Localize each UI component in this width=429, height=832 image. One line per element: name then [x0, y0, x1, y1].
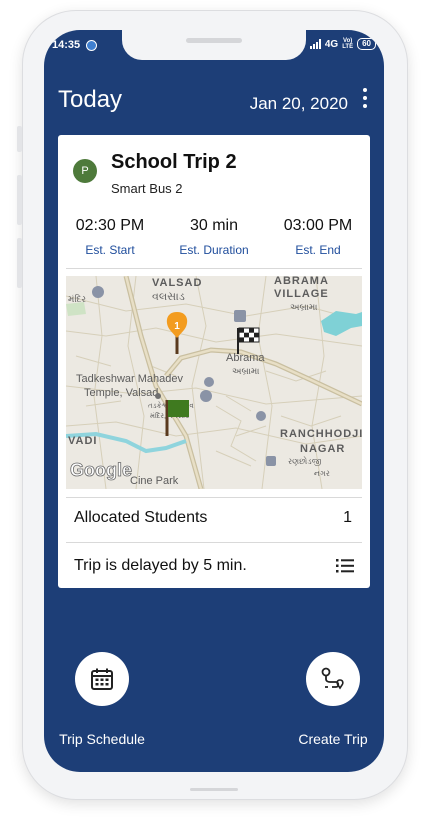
phone-volume-up-button: [17, 175, 22, 225]
est-duration: 30 min Est. Duration: [162, 217, 266, 257]
est-start-value: 02:30 PM: [75, 217, 145, 234]
app-screen: 14:35 4G Vo) LTE 60 Today Jan 20, 2020 P…: [44, 30, 384, 772]
map-canvas: VALSAD વલસાડ ABRAMA VILLAGE અબ્રામા Abra…: [66, 276, 362, 489]
allocated-students-row[interactable]: Allocated Students 1: [74, 509, 354, 527]
trip-title: School Trip 2: [111, 151, 237, 173]
phone-side-button: [17, 126, 22, 152]
stop-marker-icon: 1: [166, 312, 188, 354]
trip-schedule-button[interactable]: [75, 652, 129, 706]
map-label-ranchhodji-gu: રણછોડજી: [288, 456, 321, 466]
create-trip-button[interactable]: [306, 652, 360, 706]
create-trip-label[interactable]: Create Trip: [288, 731, 378, 747]
est-end-label: Est. End: [295, 243, 341, 257]
phone-speaker: [186, 38, 242, 43]
water-body: [321, 311, 362, 336]
volte-indicator: Vo) LTE: [342, 38, 353, 50]
delay-text: Trip is delayed by 5 min.: [74, 557, 247, 574]
phone-notch: [122, 30, 306, 60]
est-end: 03:00 PM Est. End: [266, 217, 370, 257]
stop-number: 1: [174, 321, 180, 332]
map-label-nagar: NAGAR: [300, 443, 345, 455]
map-label-valsad: VALSAD: [152, 277, 202, 289]
park-area: [66, 302, 86, 316]
calendar-icon: [91, 668, 113, 690]
trip-card[interactable]: P School Trip 2 Smart Bus 2 02:30 PM Est…: [58, 135, 370, 588]
map-label-village: VILLAGE: [274, 288, 329, 300]
map-label-vadi: VADI: [68, 435, 97, 447]
est-duration-value: 30 min: [189, 217, 239, 234]
route-map[interactable]: VALSAD વલસાડ ABRAMA VILLAGE અબ્રામા Abra…: [66, 276, 362, 489]
trip-bus-name: Smart Bus 2: [111, 181, 183, 196]
status-bar-left: 14:35: [52, 39, 98, 51]
list-icon[interactable]: [336, 559, 354, 573]
status-time: 14:35: [52, 39, 81, 51]
battery-level: 60: [362, 39, 371, 48]
map-label-cine-park: Cine Park: [130, 475, 179, 487]
card-divider: [66, 542, 362, 543]
map-label-tadkeshwar-1: Tadkeshwar Mahadev: [76, 373, 184, 385]
volte-bottom-text: LTE: [342, 44, 354, 50]
network-type: 4G: [324, 38, 339, 50]
signal-icon: [309, 39, 321, 49]
est-start: 02:30 PM Est. Start: [58, 217, 162, 257]
google-logo: Google: [70, 460, 132, 480]
card-divider: [66, 497, 362, 498]
map-label-abrama-gu: અબ્રામા: [232, 366, 260, 376]
phone-volume-down-button: [17, 238, 22, 288]
trip-avatar: P: [73, 159, 97, 183]
route-icon: [321, 667, 344, 690]
page-title: Today: [58, 86, 123, 113]
est-end-value: 03:00 PM: [283, 217, 353, 234]
delay-row: Trip is delayed by 5 min.: [74, 557, 354, 575]
battery-icon: 60: [357, 38, 376, 50]
status-bar-right: 4G Vo) LTE 60: [309, 38, 376, 50]
map-label-abrama-village-gu: અબ્રામા: [290, 302, 318, 312]
card-divider: [66, 268, 362, 269]
map-label-ranchhodji: RANCHHODJI: [280, 428, 362, 440]
map-label-tadkeshwar-2: Temple, Valsad: [84, 387, 158, 399]
map-label-abrama: Abrama: [226, 352, 265, 364]
allocated-students-count: 1: [343, 509, 352, 526]
allocated-students-label: Allocated Students: [74, 509, 208, 526]
map-label-mandir: મંદિર: [68, 294, 86, 304]
map-label-nagar-gu: નગર: [314, 469, 330, 478]
est-duration-label: Est. Duration: [179, 243, 249, 257]
app-notification-icon: [86, 39, 98, 51]
header-date: Jan 20, 2020: [249, 94, 348, 113]
phone-home-indicator: [190, 788, 238, 791]
map-label-abrama-village: ABRAMA: [274, 276, 329, 287]
map-label-valsad-gu: વલસાડ: [152, 291, 185, 303]
est-start-label: Est. Start: [85, 243, 135, 257]
more-options-icon[interactable]: [362, 88, 368, 108]
trip-times: 02:30 PM Est. Start 30 min Est. Duration…: [58, 217, 370, 257]
trip-schedule-label[interactable]: Trip Schedule: [54, 731, 150, 747]
